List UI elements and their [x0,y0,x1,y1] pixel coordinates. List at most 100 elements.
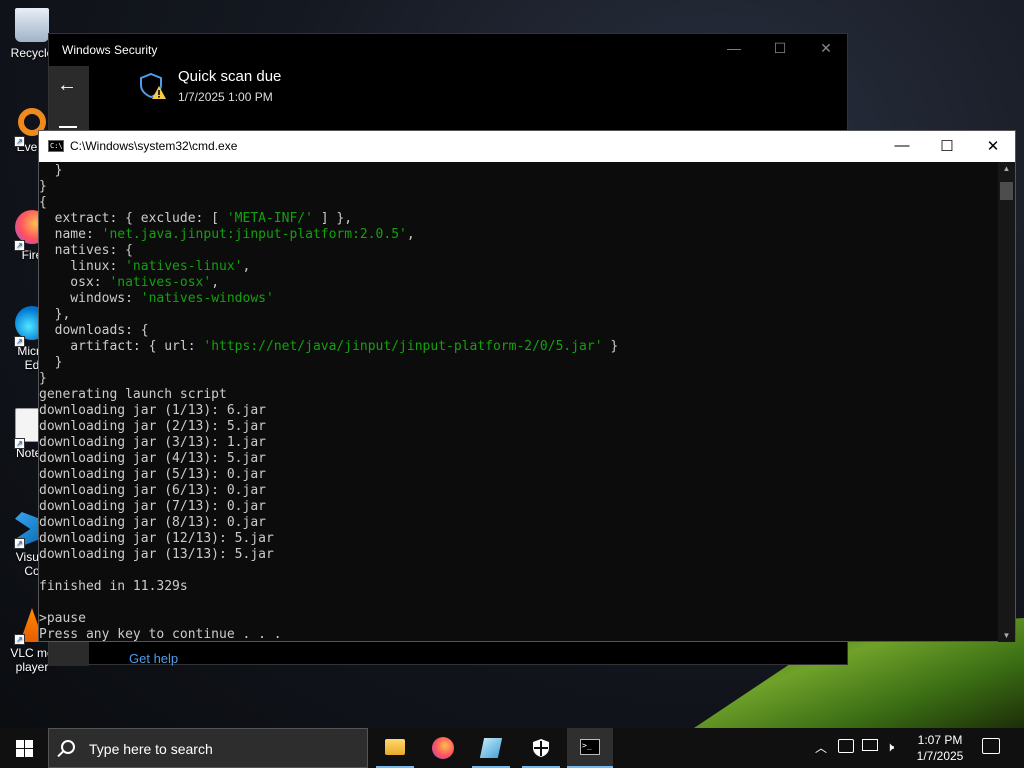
security-heading: Quick scan due [178,68,282,85]
taskbar-cmd[interactable]: >_ [567,728,613,768]
cmd-titlebar[interactable]: C:\ C:\Windows\system32\cmd.exe — ☐ ✕ [39,131,1015,162]
window-title: C:\Windows\system32\cmd.exe [70,139,238,153]
taskbar-file-explorer[interactable] [372,728,418,768]
console-text: linux: [39,259,126,274]
console-text: downloading jar (2/13): 5.jar [39,419,266,434]
cmd-icon: >_ [580,739,600,755]
console-text: } [39,179,47,194]
console-text: downloading jar (13/13): 5.jar [39,547,274,562]
console-text: } [39,355,63,370]
window-title: Windows Security [62,43,158,57]
scroll-up-icon[interactable]: ▲ [998,164,1015,173]
notification-center-icon[interactable] [982,738,1000,754]
scroll-down-icon[interactable]: ▼ [998,631,1015,640]
console-line: downloading jar (5/13): 0.jar [39,467,999,483]
close-button[interactable]: ✕ [978,137,1008,155]
console-output[interactable]: }}{ extract: { exclude: [ 'META-INF/' ] … [39,162,999,642]
clock-time: 1:07 PM [917,733,963,747]
taskbar-notepad[interactable] [468,728,514,768]
notepad-icon [479,738,503,758]
clock-date: 1/7/2025 [916,749,964,763]
console-text: }, [39,307,71,322]
console-line: downloading jar (7/13): 0.jar [39,499,999,515]
cmd-window[interactable]: C:\ C:\Windows\system32\cmd.exe — ☐ ✕ }}… [38,130,1016,642]
scrollbar-thumb[interactable] [1000,182,1013,200]
tray-security-icon[interactable] [838,739,854,768]
close-button[interactable]: ✕ [816,40,836,57]
console-text: downloading jar (3/13): 1.jar [39,435,266,450]
tray-volume-icon[interactable]: 🕨 [886,739,894,768]
cmd-icon: C:\ [48,140,64,152]
console-text: artifact: { url: [39,339,204,354]
console-text: extract: { exclude: [ [39,211,227,226]
network-icon [862,739,878,751]
console-line: downloading jar (4/13): 5.jar [39,451,999,467]
taskbar-windows-security[interactable] [518,728,564,768]
minimize-button[interactable]: — [887,137,917,154]
console-line: } [39,371,999,387]
windows-security-icon [533,739,549,757]
taskbar-firefox[interactable] [420,728,466,768]
shortcut-arrow-icon: ↗ [14,336,25,347]
windows-logo-icon [16,740,24,748]
console-line: } [39,163,999,179]
console-text: downloading jar (12/13): 5.jar [39,531,274,546]
console-line: Press any key to continue . . . [39,627,999,642]
console-line: >pause [39,611,999,627]
search-icon [61,740,75,754]
console-text: windows: [39,291,141,306]
shortcut-arrow-icon: ↗ [14,538,25,549]
console-line: downloading jar (13/13): 5.jar [39,547,999,563]
console-line: downloading jar (2/13): 5.jar [39,419,999,435]
minimize-button[interactable]: — [724,40,744,56]
console-line: downloading jar (8/13): 0.jar [39,515,999,531]
console-line: }, [39,307,999,323]
console-line: osx: 'natives-osx', [39,275,999,291]
console-string: 'net.java.jinput:jinput-platform:2.0.5' [101,227,407,242]
console-line: generating launch script [39,387,999,403]
console-text: } [39,371,47,386]
console-text: downloading jar (5/13): 0.jar [39,467,266,482]
console-line: natives: { [39,243,999,259]
console-text: downloading jar (8/13): 0.jar [39,515,266,530]
search-placeholder: Type here to search [89,741,213,757]
chevron-up-icon: ︿ [815,741,828,755]
console-text: Press any key to continue . . . [39,627,282,642]
console-line: } [39,355,999,371]
get-help-link[interactable]: Get help [129,651,178,666]
console-text: , [211,275,220,290]
back-arrow-icon[interactable]: ← [57,74,77,97]
security-timestamp: 1/7/2025 1:00 PM [178,90,273,104]
console-line: artifact: { url: 'https://net/java/jinpu… [39,339,999,355]
console-string: 'natives-linux' [125,259,243,274]
console-text: >pause [39,611,86,626]
tray-network-icon[interactable] [862,739,878,768]
console-text: name: [39,227,102,242]
console-text: downloading jar (7/13): 0.jar [39,499,266,514]
shortcut-arrow-icon: ↗ [14,438,25,449]
console-string: 'META-INF/' [226,211,313,226]
maximize-button[interactable]: ☐ [770,40,790,57]
console-line: windows: 'natives-windows' [39,291,999,307]
console-text: } [39,163,63,178]
console-text: ] }, [312,211,353,226]
taskbar-clock[interactable]: 1:07 PM 1/7/2025 [910,732,970,764]
shield-warning-icon [140,72,166,99]
console-text: { [39,195,47,210]
console-text: finished in 11.329s [39,579,188,594]
recycle-bin-icon [15,8,49,42]
console-text: } [602,339,619,354]
shortcut-arrow-icon: ↗ [14,136,25,147]
show-hidden-icons-button[interactable]: ︿ [815,739,827,768]
menu-icon[interactable] [59,126,77,128]
maximize-button[interactable]: ☐ [932,137,962,155]
security-warning-icon [838,739,854,753]
console-text: downloading jar (4/13): 5.jar [39,451,266,466]
console-line: downloading jar (1/13): 6.jar [39,403,999,419]
volume-muted-icon: 🕨 [886,739,895,754]
vertical-scrollbar[interactable]: ▲ ▼ [998,162,1015,642]
console-line: linux: 'natives-linux', [39,259,999,275]
start-button[interactable] [0,728,48,768]
taskbar-search-box[interactable]: Type here to search [48,728,368,768]
